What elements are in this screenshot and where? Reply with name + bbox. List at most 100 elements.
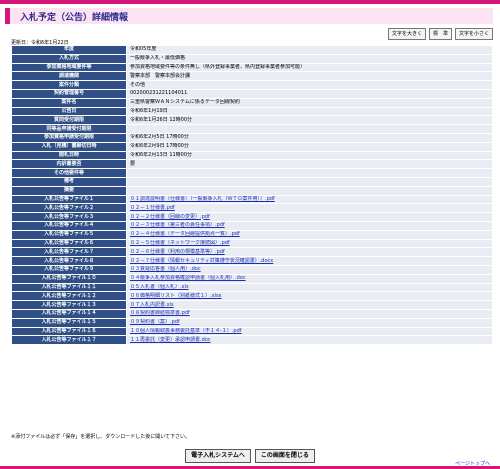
table-row: 入札公告等ファイル１１ ０５入札書（個入札）.xls (11, 282, 493, 293)
attachment-link[interactable]: ０３質疑応答書（個人用）.doc (130, 266, 201, 272)
attachment-link[interactable]: ０２－６仕様書（利用の規模基準等）.pdf (130, 249, 225, 255)
row-label: 入札公告等ファイル１４ (11, 308, 127, 319)
table-row: 案件名 三重県警察ＷＡＮシステムに係るデータ回線契約 (11, 97, 493, 108)
row-value: 令和6年2月9日 17時00分 (126, 141, 493, 152)
row-label: 入札方式 (11, 53, 127, 64)
detail-table: 年度 令和05年度 入札方式 一般競争入札・最低価格 参加資格地域要件等 参加資格地域要件… (11, 45, 493, 346)
row-value: その他 (126, 80, 493, 90)
row-label: 案件名 (11, 97, 127, 108)
row-label: 参加資格申請受付期限 (11, 132, 127, 143)
table-row: 契約管理番号 002000231221104011 (11, 88, 493, 99)
row-value: ０６価格明細リスト（別紙様式１）.xlsx (126, 291, 493, 302)
attachment-link[interactable]: ０２－１仕様書.pdf (130, 205, 175, 211)
row-value: ０４競争入札参加資格確認申請書（個入札用）.doc (126, 273, 493, 284)
e-bid-system-button[interactable]: 電子入札システムへ (185, 449, 251, 463)
row-value: ０３質疑応答書（個人用）.doc (126, 264, 493, 275)
table-row: 入札公告等ファイル６ ０２－５仕様書（ネットワーク接続図）.pdf (11, 238, 493, 249)
attachment-link[interactable]: ０８契約書締結標準書.pdf (130, 310, 190, 316)
row-value (126, 185, 493, 196)
row-label: 備考 (11, 176, 127, 187)
attachment-link[interactable]: ０５入札書（個入札）.xls (130, 284, 189, 290)
row-value: ０２－３仕様書（第三者の責任事項）.pdf (126, 220, 493, 231)
table-row: 参加資格申請受付期限 令和6年2月5日 17時00分 (11, 132, 493, 143)
font-large-button[interactable]: 文字を大きく (387, 28, 426, 40)
row-label: 入札公告等ファイル５ (11, 229, 127, 240)
attachment-link[interactable]: ０２－３仕様書（第三者の責任事項）.pdf (130, 222, 225, 228)
attachment-link[interactable]: ０２－２仕様書（回線の変更）.pdf (130, 214, 210, 220)
attachment-link[interactable]: ０７入札内訳書.xls (130, 302, 174, 308)
row-value: 令和6年2月5日 17時00分 (126, 132, 493, 143)
row-label: 入札公告等ファイル１５ (11, 317, 127, 328)
table-row: 案件分類 その他 (11, 80, 493, 90)
row-label: 公告日 (11, 106, 127, 117)
table-row: 入札公告等ファイル７ ０２－６仕様書（利用の規模基準等）.pdf (11, 247, 493, 258)
table-row: 入札公告等ファイル５ ０２－４仕様書（データ回線提供拠点一覧）.pdf (11, 229, 493, 240)
table-row: 入札公告等ファイル１４ ０８契約書締結標準書.pdf (11, 308, 493, 319)
page-title: 入札予定（公告）詳細情報 (20, 13, 129, 23)
row-value: ０２－１仕様書.pdf (126, 203, 493, 214)
table-row: 入札公告等ファイル１２ ０６価格明細リスト（別紙様式１）.xlsx (11, 291, 493, 302)
row-value: 一般競争入札・最低価格 (126, 53, 493, 64)
row-value (126, 168, 493, 178)
attachment-link[interactable]: ０１調達説明書（仕様書）（一般競争入札（ＷＴＯ案件用））.pdf (130, 196, 275, 202)
row-value: １１再委託（変更）承認申請書.doc (126, 335, 493, 346)
table-row: 入札公告等ファイル８ ０２－７仕様書（情報セキュリティ対策遵守状況確認書）.doc… (11, 256, 493, 266)
row-value: ０２－４仕様書（データ回線提供拠点一覧）.pdf (126, 229, 493, 240)
table-row: 入札公告等ファイル１ ０１調達説明書（仕様書）（一般競争入札（ＷＴＯ案件用））.p… (11, 194, 493, 205)
row-value: ０２－５仕様書（ネットワーク接続図）.pdf (126, 238, 493, 249)
row-label: 入札公告等ファイル１０ (11, 273, 127, 284)
attachment-link[interactable]: ０２－７仕様書（情報セキュリティ対策遵守状況確認書）.docx (130, 258, 273, 264)
attachment-link[interactable]: ０４競争入札参加資格確認申請書（個入札用）.doc (130, 275, 246, 281)
table-row: 備考 (11, 176, 493, 187)
table-row: 調達機関 警察本部 警察本部会計課 (11, 71, 493, 82)
table-row: 摘要 (11, 185, 493, 196)
attachment-link[interactable]: ０２－５仕様書（ネットワーク接続図）.pdf (130, 240, 230, 246)
top-accent-bar (0, 0, 500, 4)
row-value: 令和6年1月19日 (126, 106, 493, 117)
row-value: 三重県警察ＷＡＮシステムに係るデータ回線契約 (126, 97, 493, 108)
row-value (126, 176, 493, 187)
table-row: 入札公告等ファイル４ ０２－３仕様書（第三者の責任事項）.pdf (11, 220, 493, 231)
row-label: 入札公告等ファイル９ (11, 264, 127, 275)
row-label: 摘要 (11, 185, 127, 196)
attachment-link[interactable]: ０２－４仕様書（データ回線提供拠点一覧）.pdf (130, 231, 240, 237)
row-value: 令和05年度 (126, 45, 493, 55)
table-row: その他要件等 (11, 168, 493, 178)
table-row: 入札公告等ファイル１３ ０７入札内訳書.xls (11, 300, 493, 310)
row-value: １０個人情報取扱事務委託基準（不１４-１）.pdf (126, 326, 493, 337)
row-label: 調達機関 (11, 71, 127, 82)
row-label: 参加資格地域要件等 (11, 62, 127, 73)
table-row: 開札日時 令和6年2月13日 11時00分 (11, 150, 493, 161)
font-small-button[interactable]: 文字を小さく (454, 28, 493, 40)
row-value: ０８契約書締結標準書.pdf (126, 308, 493, 319)
action-buttons: 電子入札システムへ この画面を閉じる (0, 449, 500, 463)
attachment-link[interactable]: ０９契約書（案）.pdf (130, 319, 180, 325)
row-value: ０２－２仕様書（回線の変更）.pdf (126, 212, 493, 222)
close-window-button[interactable]: この画面を閉じる (254, 449, 315, 463)
row-label: 入札公告等ファイル６ (11, 238, 127, 249)
table-row: 年度 令和05年度 (11, 45, 493, 55)
row-label: 入札公告等ファイル８ (11, 256, 127, 266)
row-label: 入札公告等ファイル１７ (11, 335, 127, 346)
row-label: 入札公告等ファイル１ (11, 194, 127, 205)
row-value: 参加資格地域要件等の条件無し（県外登録事業者、県内登録事業者参加可能） (126, 62, 493, 73)
table-row: 入札公告等ファイル１５ ０９契約書（案）.pdf (11, 317, 493, 328)
font-standard-button[interactable]: 標 準 (428, 28, 452, 40)
row-value (126, 124, 493, 134)
row-label: 入札公告等ファイル１６ (11, 326, 127, 337)
row-value: ０５入札書（個入札）.xls (126, 282, 493, 293)
row-value: ０７入札内訳書.xls (126, 300, 493, 310)
row-label: 入札公告等ファイル４ (11, 220, 127, 231)
row-label: 同等品申請受付期限 (11, 124, 127, 134)
row-value: ０２－７仕様書（情報セキュリティ対策遵守状況確認書）.docx (126, 256, 493, 266)
row-label: 契約管理番号 (11, 88, 127, 99)
row-label: 入札公告等ファイル７ (11, 247, 127, 258)
row-value: 警察本部 警察本部会計課 (126, 71, 493, 82)
row-label: 開札日時 (11, 150, 127, 161)
row-value: ０２－６仕様書（利用の規模基準等）.pdf (126, 247, 493, 258)
table-row: 同等品申請受付期限 (11, 124, 493, 134)
row-label: 入札公告等ファイル３ (11, 212, 127, 222)
attachment-link[interactable]: １１再委託（変更）承認申請書.doc (130, 337, 211, 343)
attachment-link[interactable]: ０６価格明細リスト（別紙様式１）.xlsx (130, 293, 222, 299)
attachment-link[interactable]: １０個人情報取扱事務委託基準（不１４-１）.pdf (130, 328, 242, 334)
